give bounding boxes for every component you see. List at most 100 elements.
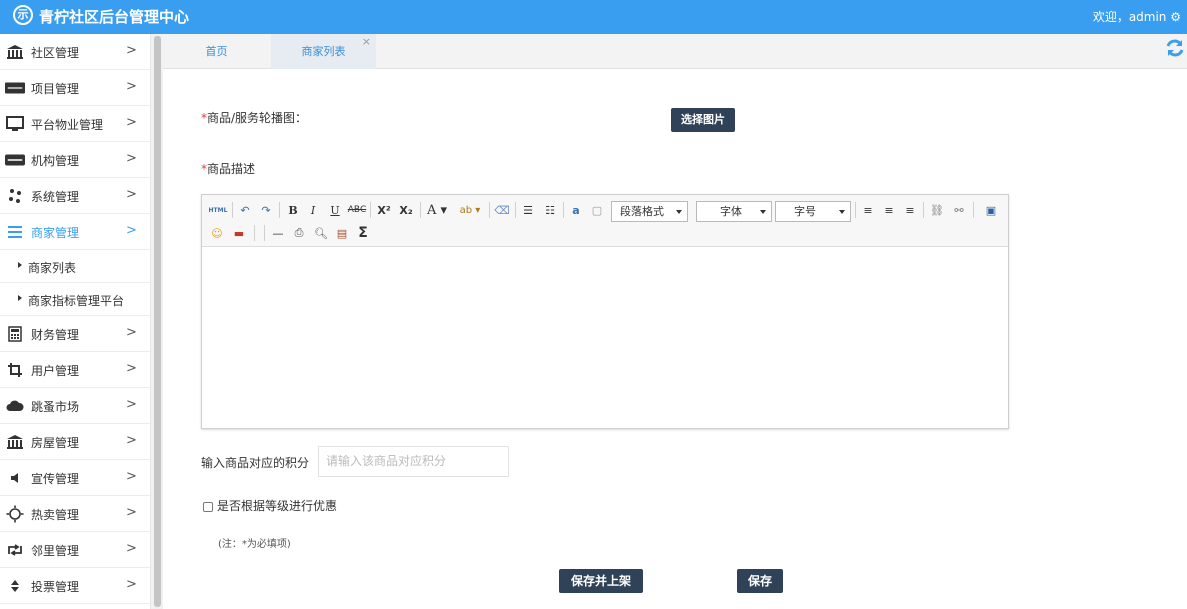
scrollbar-thumb[interactable] xyxy=(154,36,161,607)
sidebar-item-label: 平台物业管理 xyxy=(31,118,104,132)
sidebar-item-vote[interactable]: 投票管理 > xyxy=(0,568,150,604)
bars-icon xyxy=(5,223,25,241)
unlink-icon[interactable]: ⚯ xyxy=(950,201,968,219)
sidebar-item-community[interactable]: 社区管理 > xyxy=(0,34,150,70)
points-input[interactable]: 请输入该商品对应积分 xyxy=(318,446,509,477)
discount-checkbox[interactable] xyxy=(203,502,213,512)
formula-icon[interactable]: Σ xyxy=(354,224,372,242)
editor-content-area[interactable] xyxy=(202,248,1008,428)
link-icon[interactable]: ⛓ xyxy=(928,201,946,219)
required-note: (注：*为必填项) xyxy=(218,539,291,550)
sidebar-subitem-merchant-metrics[interactable]: 商家指标管理平台 xyxy=(0,283,150,316)
carousel-label-text: 商品/服务轮播图： xyxy=(207,111,308,125)
chevron-right-icon: > xyxy=(126,79,137,94)
points-label: 输入商品对应的积分 xyxy=(201,456,310,470)
preview-icon[interactable]: ▣ xyxy=(982,201,1000,219)
cloud-icon xyxy=(5,397,25,415)
sort-icon xyxy=(5,577,25,595)
close-icon[interactable]: × xyxy=(362,24,371,60)
top-header: 示 青柠社区后台管理中心 欢迎，admin ⚙ xyxy=(0,0,1187,34)
sidebar-item-housing[interactable]: 房屋管理 > xyxy=(0,424,150,460)
subscript-icon[interactable]: X₂ xyxy=(396,201,416,219)
sidebar-item-label: 财务管理 xyxy=(31,328,80,342)
font-family-value: 字体 xyxy=(720,205,742,218)
chevron-right-icon: > xyxy=(126,541,137,556)
strikethrough-icon[interactable]: ABC xyxy=(347,201,367,219)
save-button[interactable]: 保存 xyxy=(737,569,783,593)
chevron-right-icon: > xyxy=(126,361,137,376)
toolbar-separator xyxy=(370,202,371,218)
description-label-text: 商品描述 xyxy=(207,162,256,176)
html-source-icon[interactable]: HTML xyxy=(208,201,228,219)
align-left-icon[interactable]: ≡ xyxy=(859,201,877,219)
sidebar-item-label: 项目管理 xyxy=(31,82,80,96)
anchor-icon[interactable]: a xyxy=(567,201,585,219)
caret-down-icon xyxy=(676,210,682,214)
ordered-list-icon[interactable]: ☰ xyxy=(519,201,537,219)
sidebar-item-system[interactable]: 系统管理 > xyxy=(0,178,150,214)
undo-icon[interactable]: ↶ xyxy=(236,201,254,219)
select-image-button[interactable]: 选择图片 xyxy=(671,108,735,132)
chevron-right-icon: > xyxy=(126,505,137,520)
sidebar-item-merchant[interactable]: 商家管理 > xyxy=(0,214,150,250)
sidebar-subitem-label: 商家指标管理平台 xyxy=(28,294,125,308)
chevron-right-icon: > xyxy=(126,115,137,130)
sidebar-item-hot-sale[interactable]: 热卖管理 > xyxy=(0,496,150,532)
save-publish-button[interactable]: 保存并上架 xyxy=(559,569,643,593)
sidebar-item-finance[interactable]: 财务管理 > xyxy=(0,316,150,352)
chevron-right-icon: > xyxy=(126,151,137,166)
toolbar-separator xyxy=(923,202,924,218)
paragraph-format-select[interactable]: 段落格式 xyxy=(611,201,688,222)
image-icon[interactable]: ▬ xyxy=(230,224,248,242)
sidebar-item-label: 社区管理 xyxy=(31,46,80,60)
tab-home[interactable]: 首页 xyxy=(163,34,270,69)
highlight-color-icon[interactable]: ab ▾ xyxy=(456,201,484,219)
refresh-icon[interactable] xyxy=(1165,38,1185,63)
superscript-icon[interactable]: X² xyxy=(374,201,394,219)
toolbar-separator xyxy=(973,202,974,218)
sidebar-item-flea-market[interactable]: 跳蚤市场 > xyxy=(0,388,150,424)
sidebar-item-label: 宣传管理 xyxy=(31,472,80,486)
desktop-icon xyxy=(5,115,25,133)
tab-merchant-list[interactable]: 商家列表 × xyxy=(271,34,376,69)
welcome-user-menu[interactable]: 欢迎，admin ⚙ xyxy=(1093,8,1181,25)
align-right-icon[interactable]: ≡ xyxy=(901,201,919,219)
font-size-select[interactable]: 字号 xyxy=(775,201,851,222)
italic-icon[interactable]: I xyxy=(304,201,322,219)
paste-text-icon[interactable]: ▢ xyxy=(588,201,606,219)
bank-icon xyxy=(5,43,25,61)
bold-icon[interactable]: B xyxy=(284,201,302,219)
sidebar-item-organization[interactable]: 机构管理 > xyxy=(0,142,150,178)
align-center-icon[interactable]: ≡ xyxy=(880,201,898,219)
logo-icon: 示 xyxy=(13,5,33,25)
font-family-select[interactable]: 字体 xyxy=(696,201,772,222)
toolbar-separator xyxy=(254,225,255,241)
sidebar-item-property[interactable]: 平台物业管理 > xyxy=(0,106,150,142)
font-color-icon[interactable]: A ▾ xyxy=(424,201,450,219)
toolbar-separator xyxy=(489,202,490,218)
caret-right-icon xyxy=(18,295,22,301)
paragraph-format-value: 段落格式 xyxy=(620,205,664,218)
toolbar-separator xyxy=(279,202,280,218)
print-icon[interactable]: ⎙ xyxy=(290,224,308,242)
sidebar-item-user[interactable]: 用户管理 > xyxy=(0,352,150,388)
horizontal-rule-icon[interactable]: — xyxy=(269,224,287,242)
sidebar-item-label: 投票管理 xyxy=(31,580,80,594)
search-icon[interactable]: 🔍︎ xyxy=(312,224,330,242)
sidebar-item-promotion[interactable]: 宣传管理 > xyxy=(0,460,150,496)
underline-icon[interactable]: U xyxy=(326,201,344,219)
redo-icon[interactable]: ↷ xyxy=(257,201,275,219)
sidebar-scrollbar[interactable] xyxy=(151,34,163,609)
sidebar-item-project[interactable]: 项目管理 > xyxy=(0,70,150,106)
emoticon-icon[interactable]: ☺ xyxy=(208,224,226,242)
eraser-icon[interactable]: ⌫ xyxy=(493,201,511,219)
tab-bar: 首页 商家列表 × xyxy=(163,34,1187,69)
chevron-right-icon: > xyxy=(126,325,137,340)
sidebar-item-label: 热卖管理 xyxy=(31,508,80,522)
paste-icon[interactable]: ▤ xyxy=(333,224,351,242)
chevron-right-icon: > xyxy=(126,433,137,448)
unordered-list-icon[interactable]: ☷ xyxy=(541,201,559,219)
sidebar-item-neighbor[interactable]: 邻里管理 > xyxy=(0,532,150,568)
sidebar-subitem-merchant-list[interactable]: 商家列表 xyxy=(0,250,150,283)
description-label: *商品描述 xyxy=(201,160,255,177)
